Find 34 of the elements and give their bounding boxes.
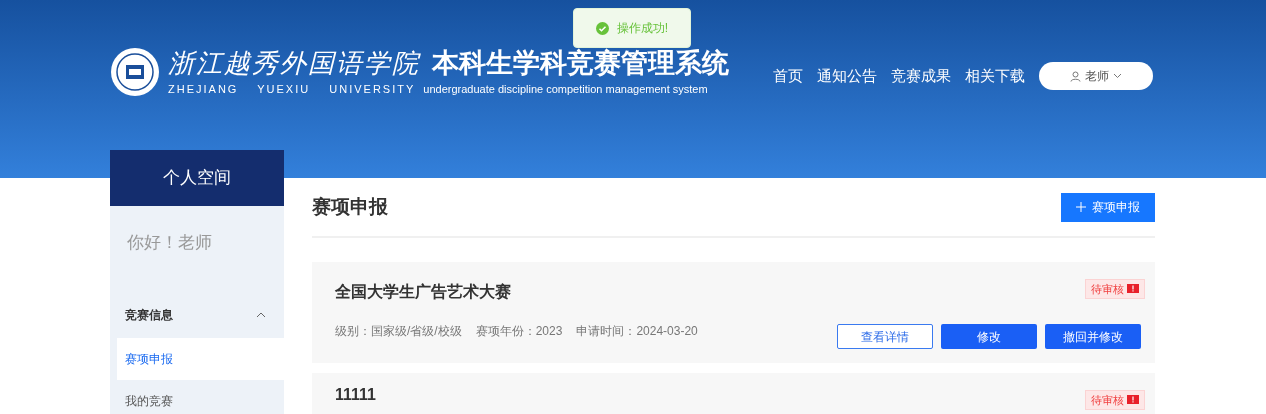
menu-group[interactable]: 竞赛信息 (110, 296, 284, 334)
university-seal-icon (110, 47, 160, 98)
sidebar-title: 个人空间 (110, 150, 284, 206)
status-badge: 待审核 (1085, 279, 1145, 299)
nav-link[interactable]: 竞赛成果 (891, 64, 951, 88)
system-title: 本科生学科竞赛管理系统 (432, 47, 729, 79)
card-action-button[interactable]: 修改 (941, 324, 1037, 349)
page-title: 赛项申报 (312, 194, 388, 219)
greeting-text: 你好！老师 (126, 232, 213, 254)
success-icon (595, 21, 609, 35)
competition-title: 11111 (335, 385, 376, 405)
status-badge: 待审核 (1085, 390, 1145, 410)
competition-title: 全国大学生广告艺术大赛 (335, 282, 511, 302)
system-title-english: undergraduate discipline competition management system (423, 82, 708, 97)
meta-text: 申请时间：2024-03-20 (576, 323, 698, 340)
flag-icon (1127, 395, 1139, 405)
nav-link[interactable]: 相关下载 (965, 64, 1025, 88)
school-name: 浙江越秀外国语学院 (168, 47, 420, 79)
menu-item[interactable]: 我的竞赛 (117, 380, 284, 414)
card-action-button[interactable]: 撤回并修改 (1045, 324, 1141, 349)
meta-text: 级别：国家级/省级/校级 (335, 323, 462, 340)
card-action-button[interactable]: 查看详情 (837, 324, 933, 349)
menu-item[interactable]: 赛项申报 (117, 338, 284, 380)
user-icon (1070, 70, 1081, 82)
flag-icon (1127, 284, 1139, 294)
chevron-down-icon (1113, 73, 1122, 79)
add-button[interactable]: 赛项申报 (1061, 192, 1155, 222)
plus-icon (1076, 202, 1086, 212)
meta-text: 赛项年份：2023 (475, 323, 563, 340)
nav-link[interactable]: 首页 (773, 64, 803, 88)
user-menu[interactable]: 老师 (1039, 62, 1153, 90)
school-name-english: ZHEJIANG YUEXIU UNIVERSITY (168, 82, 416, 97)
toast-message: 操作成功! (616, 20, 669, 37)
nav-link[interactable]: 通知公告 (817, 64, 877, 88)
